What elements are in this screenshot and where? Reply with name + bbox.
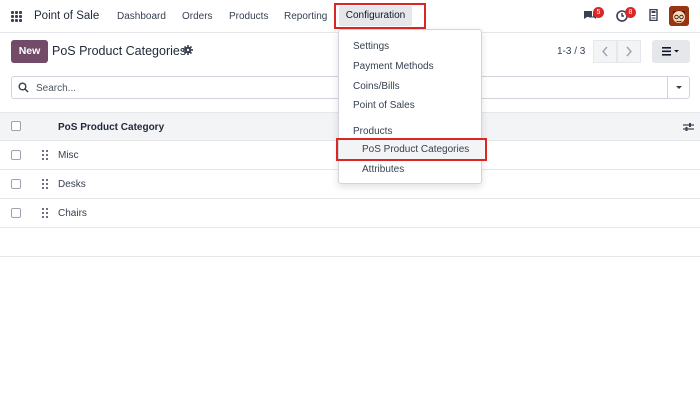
menu-item-point-of-sales[interactable]: Point of Sales (353, 100, 415, 111)
drag-handle-icon[interactable] (42, 179, 48, 189)
menu-section-products: Products (353, 126, 393, 137)
app-title[interactable]: Point of Sale (34, 10, 99, 22)
activities-badge: 8 (625, 7, 636, 18)
new-button[interactable]: New (11, 40, 48, 63)
row-checkbox[interactable] (11, 150, 21, 160)
menu-item-coins-bills[interactable]: Coins/Bills (353, 81, 400, 92)
view-switcher-button[interactable] (652, 40, 690, 63)
nav-products[interactable]: Products (229, 11, 268, 22)
list-view-icon (662, 47, 679, 56)
search-input[interactable]: Search... (36, 83, 76, 94)
pager-previous-button[interactable] (593, 40, 617, 63)
column-header-category[interactable]: PoS Product Category (58, 122, 164, 133)
search-options-toggle[interactable] (667, 77, 689, 98)
row-category-name[interactable]: Chairs (58, 208, 87, 219)
nav-orders[interactable]: Orders (182, 11, 213, 22)
drag-handle-icon[interactable] (42, 150, 48, 160)
pager-value[interactable]: 1-3 / 3 (557, 46, 585, 57)
select-all-checkbox[interactable] (11, 121, 21, 131)
row-category-name[interactable]: Misc (58, 150, 79, 161)
menu-item-attributes[interactable]: Attributes (362, 164, 404, 175)
cash-register-icon[interactable] (649, 9, 658, 21)
nav-dashboard[interactable]: Dashboard (117, 11, 166, 22)
row-category-name[interactable]: Desks (58, 179, 86, 190)
chevron-right-icon (626, 46, 632, 57)
table-row[interactable]: Chairs (0, 199, 700, 228)
nav-reporting[interactable]: Reporting (284, 11, 327, 22)
page-title: PoS Product Categories (52, 44, 187, 58)
pager-next-button[interactable] (617, 40, 641, 63)
gear-icon[interactable] (183, 45, 193, 55)
caret-down-icon (676, 86, 682, 89)
pos-categories-highlight (336, 138, 487, 161)
menu-item-payment-methods[interactable]: Payment Methods (353, 61, 434, 72)
row-checkbox[interactable] (11, 179, 21, 189)
user-avatar[interactable] (669, 6, 689, 26)
drag-handle-icon[interactable] (42, 208, 48, 218)
list-bottom-divider (0, 256, 700, 257)
configuration-highlight (334, 3, 426, 29)
menu-item-settings[interactable]: Settings (353, 41, 389, 52)
apps-menu-icon[interactable] (11, 11, 22, 22)
messages-badge: 5 (593, 7, 604, 18)
row-checkbox[interactable] (11, 208, 21, 218)
search-icon (18, 82, 29, 93)
column-settings-icon[interactable] (683, 122, 694, 132)
chevron-left-icon (602, 46, 608, 57)
